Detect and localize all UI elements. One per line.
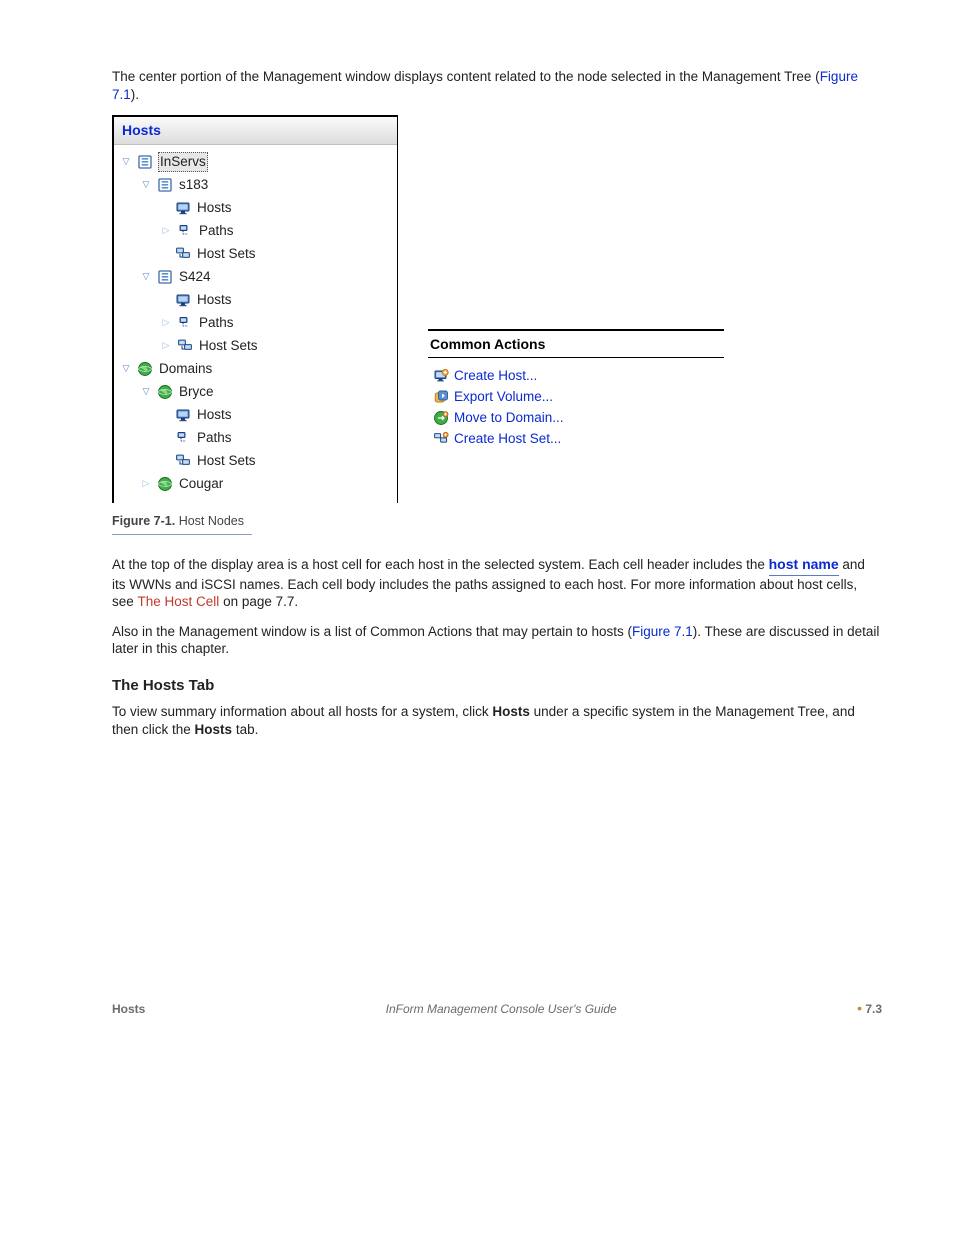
- common-actions-panel: Common Actions Create Host... Export Vol…: [428, 329, 724, 449]
- create-host-set-icon: [432, 430, 450, 447]
- hosts-tree-panel: Hosts ▽ InServs ▽ s183 Hosts: [112, 115, 398, 503]
- tree-node-bryce-paths[interactable]: Paths: [120, 426, 391, 449]
- tree-label: S424: [178, 268, 212, 286]
- chevron-down-icon[interactable]: ▽: [120, 363, 132, 375]
- tree-label: Bryce: [178, 383, 215, 401]
- tree-node-domains[interactable]: ▽ Domains: [120, 357, 391, 380]
- figure-caption: Figure 7-1. Host Nodes: [112, 513, 252, 534]
- tree-node-s424-hostsets[interactable]: ▷ Host Sets: [120, 334, 391, 357]
- tree-label: s183: [178, 176, 209, 194]
- tree-label: Paths: [198, 314, 235, 332]
- figure-7-1: Hosts ▽ InServs ▽ s183 Hosts: [112, 115, 882, 503]
- tree-node-s424-hosts[interactable]: Hosts: [120, 288, 391, 311]
- chevron-right-icon[interactable]: ▷: [160, 317, 172, 329]
- body-para-3: Also in the Management window is a list …: [112, 623, 882, 658]
- path-icon: [174, 429, 192, 446]
- hostset-icon: [174, 245, 192, 262]
- tree-label: Hosts: [196, 199, 233, 217]
- chevron-down-icon[interactable]: ▽: [140, 179, 152, 191]
- chevron-down-icon[interactable]: ▽: [140, 386, 152, 398]
- host-cell-xref[interactable]: The Host Cell: [138, 594, 220, 609]
- chevron-right-icon[interactable]: ▷: [160, 340, 172, 352]
- chevron-down-icon[interactable]: ▽: [140, 271, 152, 283]
- globe-icon: [156, 383, 174, 400]
- chevron-right-icon[interactable]: ▷: [140, 478, 152, 490]
- tree-label: Host Sets: [196, 245, 257, 263]
- tree-label: Host Sets: [196, 452, 257, 470]
- tree-node-s424-paths[interactable]: ▷ Paths: [120, 311, 391, 334]
- tree-node-bryce[interactable]: ▽ Bryce: [120, 380, 391, 403]
- globe-icon: [136, 360, 154, 377]
- tree-node-cougar[interactable]: ▷ Cougar: [120, 472, 391, 495]
- action-move-to-domain[interactable]: Move to Domain...: [432, 407, 724, 428]
- server-icon: [156, 268, 174, 285]
- action-label: Create Host Set...: [454, 430, 561, 448]
- action-create-host-set[interactable]: Create Host Set...: [432, 428, 724, 449]
- body-intro: The center portion of the Management win…: [112, 68, 882, 103]
- chevron-right-icon[interactable]: ▷: [160, 225, 172, 237]
- action-label: Export Volume...: [454, 388, 553, 406]
- create-host-icon: [432, 367, 450, 384]
- tree-node-s183-hosts[interactable]: Hosts: [120, 196, 391, 219]
- tree-header: Hosts: [114, 117, 397, 145]
- tree-label: Paths: [198, 222, 235, 240]
- export-volume-icon: [432, 388, 450, 405]
- monitor-icon: [174, 406, 192, 423]
- tree-node-s183[interactable]: ▽ s183: [120, 173, 391, 196]
- action-create-host[interactable]: Create Host...: [432, 365, 724, 386]
- page-footer: Hosts InForm Management Console User's G…: [112, 999, 882, 1018]
- tree-label: Domains: [158, 360, 213, 378]
- tree-node-bryce-hostsets[interactable]: Host Sets: [120, 449, 391, 472]
- globe-icon: [156, 475, 174, 492]
- tree-node-bryce-hosts[interactable]: Hosts: [120, 403, 391, 426]
- actions-header: Common Actions: [428, 329, 724, 358]
- tree-node-s424[interactable]: ▽ S424: [120, 265, 391, 288]
- tree-label: Hosts: [196, 291, 233, 309]
- hostset-icon: [176, 337, 194, 354]
- action-export-volume[interactable]: Export Volume...: [432, 386, 724, 407]
- tree-node-inservs[interactable]: ▽ InServs: [120, 150, 391, 173]
- tree-label: Paths: [196, 429, 233, 447]
- host-name-link[interactable]: host name: [769, 555, 839, 576]
- tree-label: Hosts: [196, 406, 233, 424]
- chevron-down-icon[interactable]: ▽: [120, 156, 132, 168]
- monitor-icon: [174, 199, 192, 216]
- tree-node-s183-paths[interactable]: ▷ Paths: [120, 219, 391, 242]
- move-domain-icon: [432, 409, 450, 426]
- section-hosts-tab-para: To view summary information about all ho…: [112, 703, 882, 738]
- path-icon: [176, 222, 194, 239]
- action-label: Move to Domain...: [454, 409, 564, 427]
- tree-label: InServs: [158, 152, 208, 172]
- server-icon: [156, 176, 174, 193]
- tree-label: Cougar: [178, 475, 224, 493]
- tree-node-s183-hostsets[interactable]: Host Sets: [120, 242, 391, 265]
- body-para-2: At the top of the display area is a host…: [112, 555, 882, 611]
- tree-label: Host Sets: [198, 337, 259, 355]
- action-list: Create Host... Export Volume... Move to …: [432, 365, 724, 449]
- monitor-icon: [174, 291, 192, 308]
- action-label: Create Host...: [454, 367, 537, 385]
- server-icon: [136, 153, 154, 170]
- path-icon: [176, 314, 194, 331]
- hostset-icon: [174, 452, 192, 469]
- section-hosts-tab: The Hosts Tab: [112, 676, 882, 696]
- tree-body: ▽ InServs ▽ s183 Hosts ▷: [120, 150, 391, 495]
